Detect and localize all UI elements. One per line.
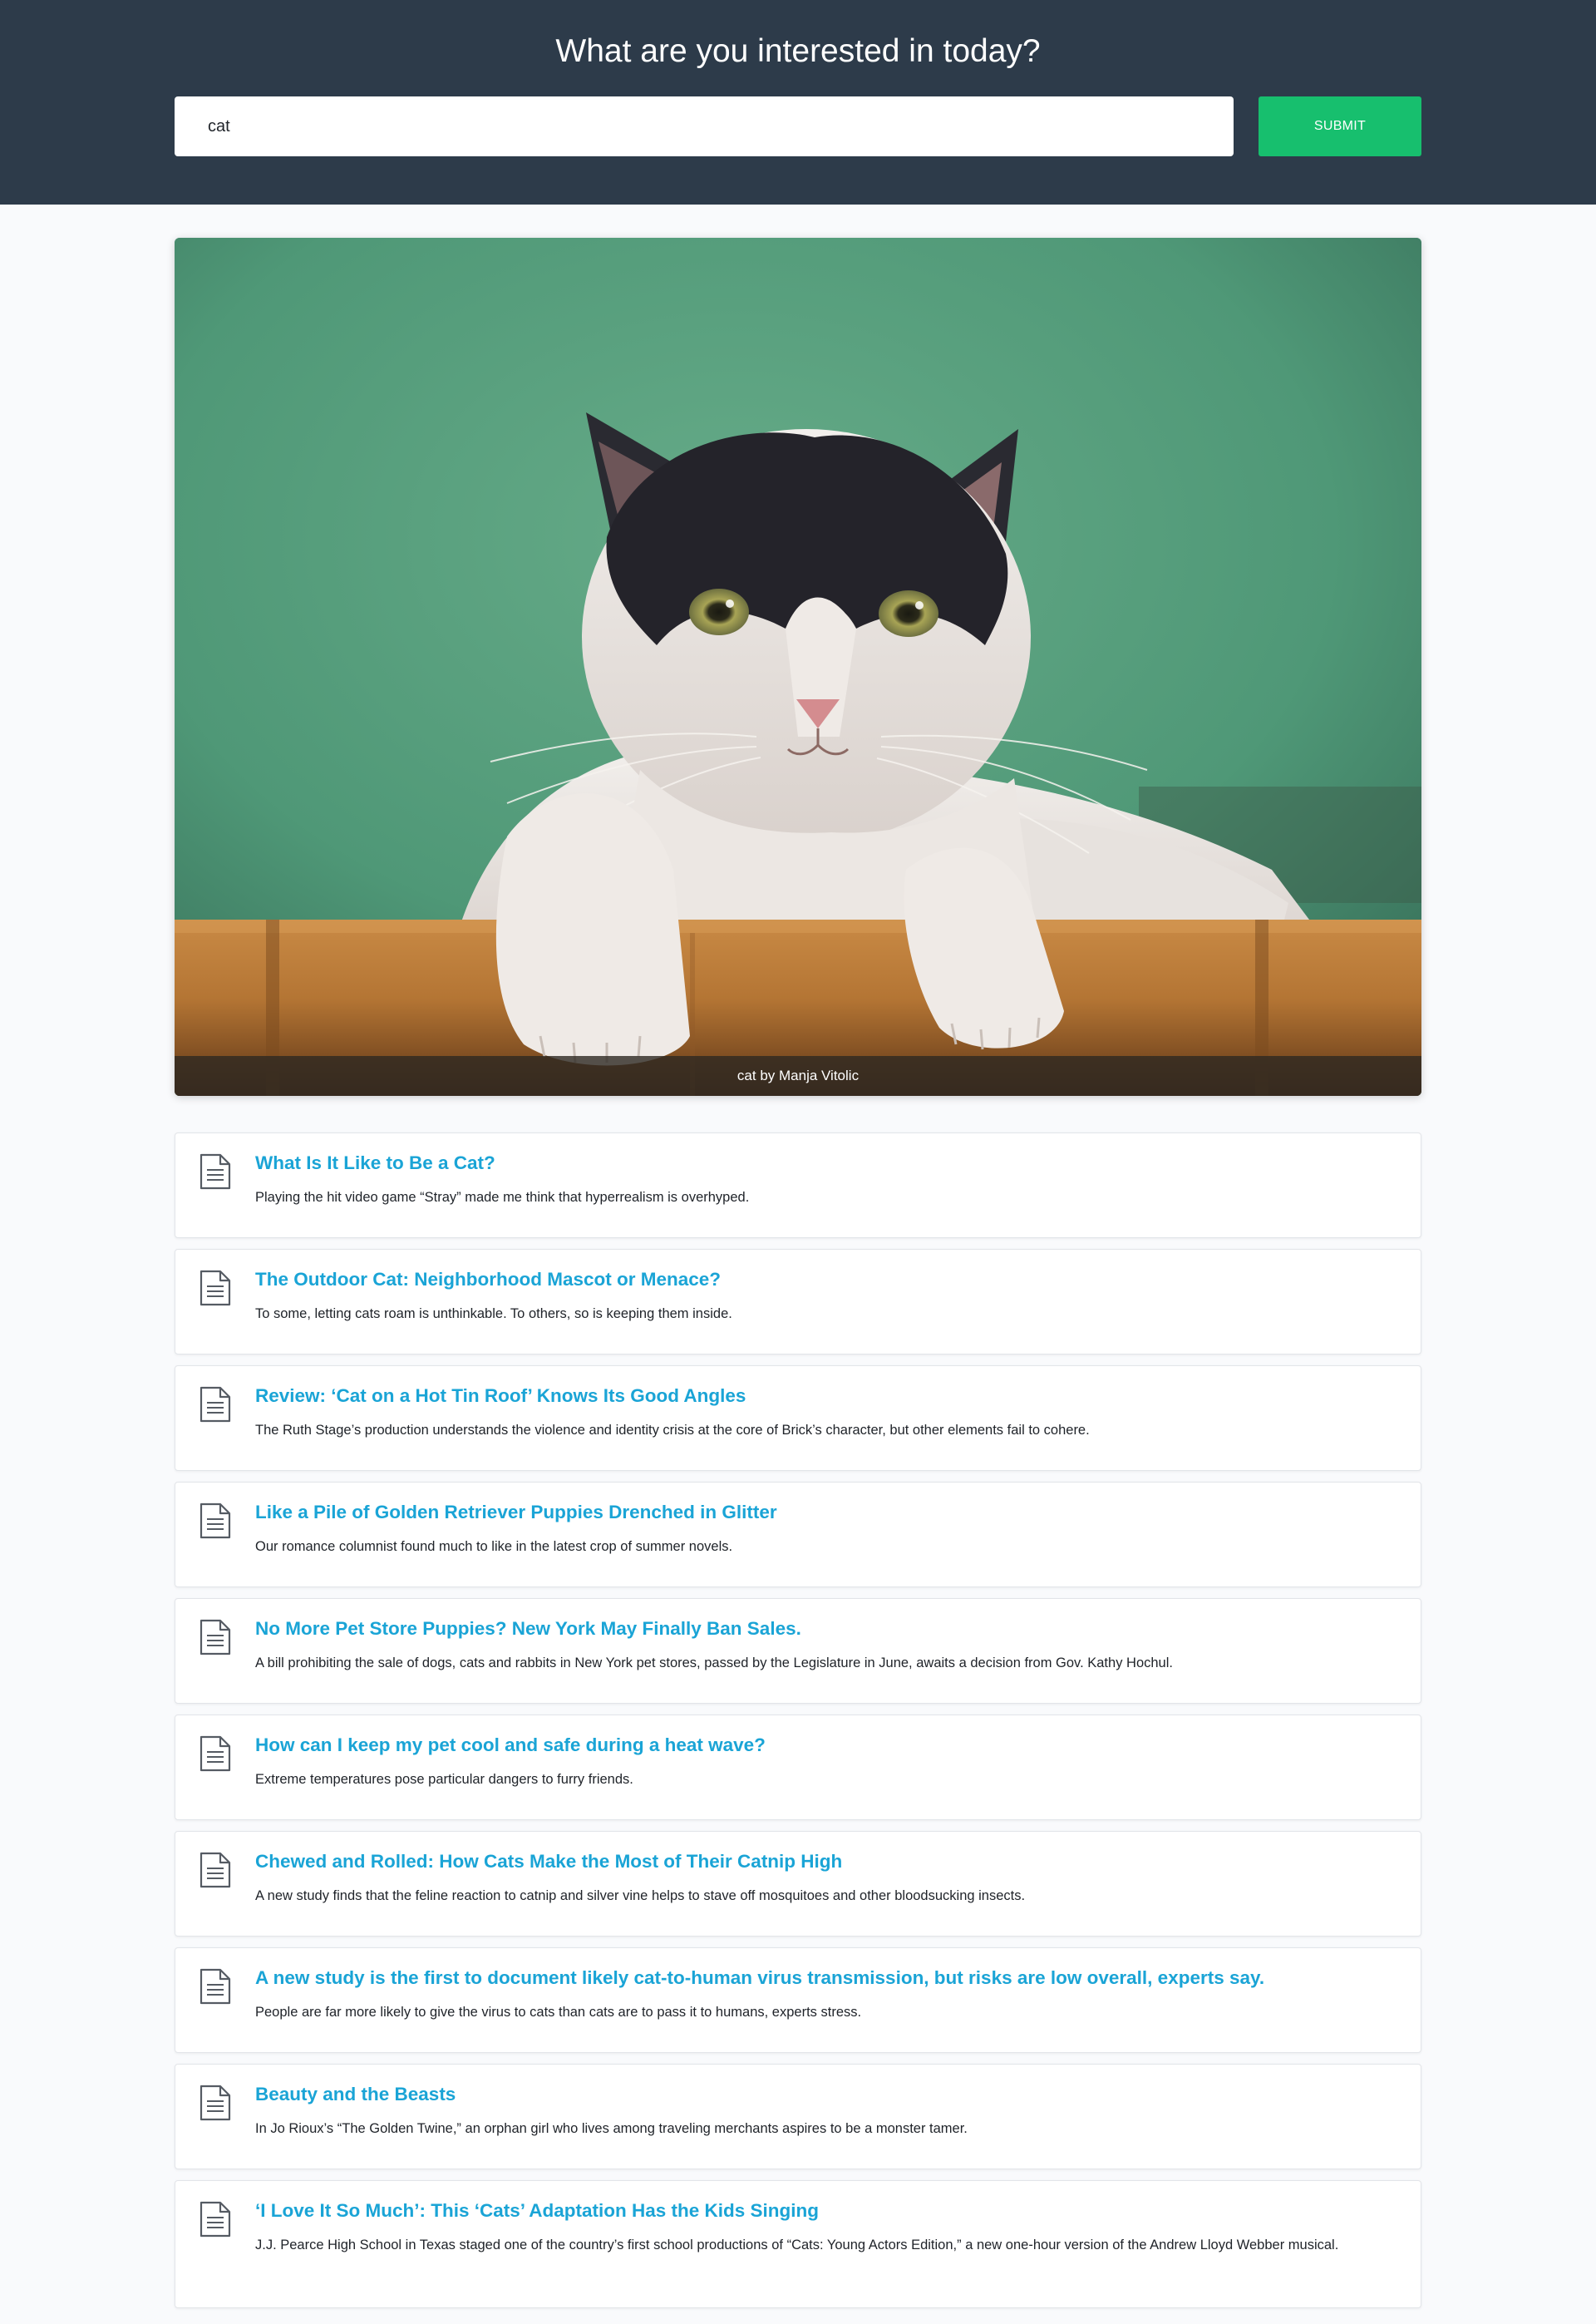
result-description: Our romance columnist found much to like… (255, 1539, 733, 1554)
result-description: Extreme temperatures pose particular dan… (255, 1772, 633, 1787)
results-list: What Is It Like to Be a Cat? Playing the … (175, 1132, 1421, 2308)
result-description: A bill prohibiting the sale of dogs, cat… (255, 1655, 1173, 1670)
result-title-link[interactable]: No More Pet Store Puppies? New York May … (255, 1617, 1401, 1641)
image-caption: cat by Manja Vitolic (175, 1056, 1421, 1096)
submit-button[interactable]: SUBMIT (1259, 96, 1421, 156)
result-title-link[interactable]: A new study is the first to document lik… (255, 1966, 1401, 1990)
search-form: SUBMIT (175, 96, 1421, 156)
document-icon (199, 1968, 232, 2005)
result-title-link[interactable]: Review: ‘Cat on a Hot Tin Roof’ Knows It… (255, 1384, 1401, 1408)
result-title-link[interactable]: The Outdoor Cat: Neighborhood Mascot or … (255, 1268, 1401, 1291)
result-title-link[interactable]: Chewed and Rolled: How Cats Make the Mos… (255, 1850, 1401, 1873)
cat-photo (175, 238, 1421, 1096)
result-card: Like a Pile of Golden Retriever Puppies … (175, 1482, 1421, 1587)
document-icon (199, 1386, 232, 1423)
result-title-link[interactable]: What Is It Like to Be a Cat? (255, 1152, 1401, 1175)
document-icon (199, 1270, 232, 1306)
result-body: No More Pet Store Puppies? New York May … (255, 1617, 1401, 1703)
result-body: Review: ‘Cat on a Hot Tin Roof’ Knows It… (255, 1384, 1401, 1470)
result-description: Playing the hit video game “Stray” made … (255, 1190, 750, 1205)
header: What are you interested in today? SUBMIT (0, 0, 1596, 205)
result-body: ‘I Love It So Much’: This ‘Cats’ Adaptat… (255, 2199, 1401, 2307)
result-title-link[interactable]: ‘I Love It So Much’: This ‘Cats’ Adaptat… (255, 2199, 1401, 2223)
result-body: The Outdoor Cat: Neighborhood Mascot or … (255, 1268, 1401, 1354)
result-body: Beauty and the Beasts In Jo Rioux’s “The … (255, 2083, 1401, 2169)
result-description: People are far more likely to give the v… (255, 2005, 862, 2020)
document-icon (199, 1852, 232, 1888)
page-title: What are you interested in today? (555, 33, 1041, 69)
result-title-link[interactable]: Like a Pile of Golden Retriever Puppies … (255, 1501, 1401, 1524)
result-card: Chewed and Rolled: How Cats Make the Mos… (175, 1831, 1421, 1937)
result-body: Chewed and Rolled: How Cats Make the Mos… (255, 1850, 1401, 1936)
result-card: No More Pet Store Puppies? New York May … (175, 1598, 1421, 1704)
result-card: Review: ‘Cat on a Hot Tin Roof’ Knows It… (175, 1365, 1421, 1471)
result-card: A new study is the first to document lik… (175, 1947, 1421, 2053)
result-card: What Is It Like to Be a Cat? Playing the … (175, 1132, 1421, 1238)
result-card: How can I keep my pet cool and safe duri… (175, 1715, 1421, 1820)
result-description: The Ruth Stage’s production understands … (255, 1423, 1090, 1438)
result-card: Beauty and the Beasts In Jo Rioux’s “The … (175, 2064, 1421, 2169)
result-title-link[interactable]: How can I keep my pet cool and safe duri… (255, 1734, 1401, 1757)
result-card: ‘I Love It So Much’: This ‘Cats’ Adaptat… (175, 2180, 1421, 2308)
hero-image: cat by Manja Vitolic (175, 238, 1421, 1096)
main-content: cat by Manja Vitolic What Is It Like to … (175, 238, 1421, 2308)
result-body: What Is It Like to Be a Cat? Playing the … (255, 1152, 1401, 1237)
result-card: The Outdoor Cat: Neighborhood Mascot or … (175, 1249, 1421, 1354)
result-body: A new study is the first to document lik… (255, 1966, 1401, 2052)
document-icon (199, 1502, 232, 1539)
document-icon (199, 1153, 232, 1190)
result-description: To some, letting cats roam is unthinkabl… (255, 1306, 732, 1321)
result-body: How can I keep my pet cool and safe duri… (255, 1734, 1401, 1819)
result-body: Like a Pile of Golden Retriever Puppies … (255, 1501, 1401, 1586)
result-title-link[interactable]: Beauty and the Beasts (255, 2083, 1401, 2106)
document-icon (199, 1619, 232, 1655)
document-icon (199, 2085, 232, 2121)
document-icon (199, 1735, 232, 1772)
result-description: J.J. Pearce High School in Texas staged … (255, 2238, 1339, 2252)
search-input[interactable] (175, 96, 1234, 156)
result-description: A new study finds that the feline reacti… (255, 1888, 1026, 1903)
result-description: In Jo Rioux’s “The Golden Twine,” an orp… (255, 2121, 968, 2136)
document-icon (199, 2201, 232, 2238)
